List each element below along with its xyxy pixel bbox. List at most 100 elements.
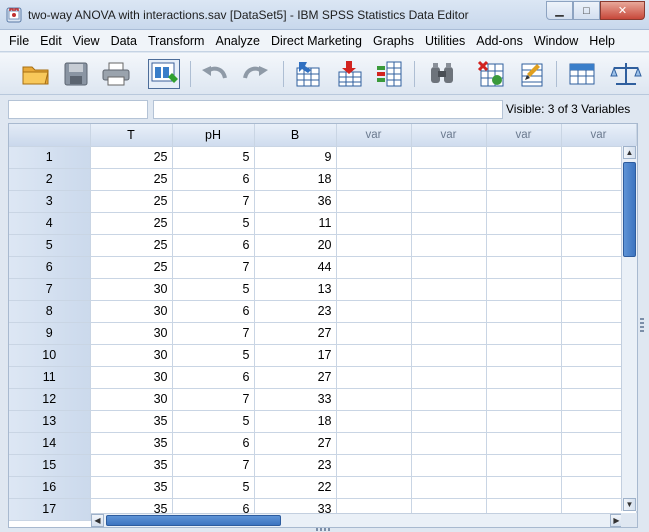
empty-cell[interactable] bbox=[486, 190, 562, 213]
empty-cell[interactable] bbox=[336, 278, 412, 301]
cell-B[interactable]: 23 bbox=[254, 454, 337, 477]
cell-B[interactable]: 27 bbox=[254, 432, 337, 455]
maximize-button[interactable]: □ bbox=[573, 1, 600, 20]
cell-B[interactable]: 22 bbox=[254, 476, 337, 499]
empty-cell[interactable] bbox=[336, 432, 412, 455]
cell-T[interactable]: 30 bbox=[90, 300, 173, 323]
empty-cell[interactable] bbox=[486, 256, 562, 279]
empty-cell[interactable] bbox=[336, 344, 412, 367]
cell-pH[interactable]: 5 bbox=[172, 212, 255, 235]
empty-cell[interactable] bbox=[411, 410, 487, 433]
empty-cell[interactable] bbox=[336, 322, 412, 345]
empty-cell[interactable] bbox=[336, 146, 412, 169]
undo-icon[interactable] bbox=[198, 59, 230, 89]
row-number[interactable]: 17 bbox=[9, 498, 91, 521]
scroll-up-icon[interactable]: ▲ bbox=[623, 146, 636, 159]
empty-variable-header[interactable]: var bbox=[486, 124, 562, 147]
empty-cell[interactable] bbox=[411, 234, 487, 257]
cell-T[interactable]: 30 bbox=[90, 278, 173, 301]
menu-add-ons[interactable]: Add-ons bbox=[476, 34, 523, 48]
empty-cell[interactable] bbox=[486, 300, 562, 323]
empty-cell[interactable] bbox=[411, 146, 487, 169]
empty-cell[interactable] bbox=[336, 256, 412, 279]
row-number[interactable]: 6 bbox=[9, 256, 91, 279]
select-cases-icon[interactable] bbox=[516, 59, 548, 89]
empty-cell[interactable] bbox=[411, 344, 487, 367]
menu-transform[interactable]: Transform bbox=[148, 34, 205, 48]
cell-T[interactable]: 35 bbox=[90, 454, 173, 477]
empty-cell[interactable] bbox=[336, 476, 412, 499]
goto-case-icon[interactable] bbox=[292, 59, 324, 89]
cell-T[interactable]: 25 bbox=[90, 212, 173, 235]
row-number[interactable]: 7 bbox=[9, 278, 91, 301]
empty-variable-header[interactable]: var bbox=[561, 124, 637, 147]
empty-variable-header[interactable]: var bbox=[411, 124, 487, 147]
empty-cell[interactable] bbox=[336, 366, 412, 389]
minimize-button[interactable]: ▁ bbox=[546, 1, 573, 20]
find-icon[interactable] bbox=[426, 59, 458, 89]
empty-cell[interactable] bbox=[486, 344, 562, 367]
empty-variable-header[interactable]: var bbox=[336, 124, 412, 147]
empty-cell[interactable] bbox=[486, 476, 562, 499]
empty-cell[interactable] bbox=[336, 212, 412, 235]
vertical-scroll-thumb[interactable] bbox=[623, 162, 636, 257]
cell-T[interactable]: 30 bbox=[90, 322, 173, 345]
vertical-scrollbar[interactable]: ▲ ▼ bbox=[621, 146, 637, 511]
cell-pH[interactable]: 6 bbox=[172, 432, 255, 455]
scroll-down-icon[interactable]: ▼ bbox=[623, 498, 636, 511]
row-number[interactable]: 9 bbox=[9, 322, 91, 345]
empty-cell[interactable] bbox=[486, 212, 562, 235]
split-file-icon[interactable] bbox=[476, 59, 508, 89]
empty-cell[interactable] bbox=[411, 256, 487, 279]
empty-cell[interactable] bbox=[411, 300, 487, 323]
cell-T[interactable]: 35 bbox=[90, 410, 173, 433]
cell-pH[interactable]: 7 bbox=[172, 454, 255, 477]
empty-cell[interactable] bbox=[336, 454, 412, 477]
horizontal-scrollbar[interactable]: ◀ ▶ bbox=[91, 513, 637, 527]
row-number[interactable]: 16 bbox=[9, 476, 91, 499]
redo-icon[interactable] bbox=[240, 59, 272, 89]
empty-cell[interactable] bbox=[411, 322, 487, 345]
menu-view[interactable]: View bbox=[73, 34, 100, 48]
cell-B[interactable]: 17 bbox=[254, 344, 337, 367]
cell-B[interactable]: 9 bbox=[254, 146, 337, 169]
row-number[interactable]: 8 bbox=[9, 300, 91, 323]
cell-pH[interactable]: 5 bbox=[172, 146, 255, 169]
close-button[interactable]: ✕ bbox=[600, 1, 645, 20]
cell-B[interactable]: 18 bbox=[254, 410, 337, 433]
empty-cell[interactable] bbox=[486, 454, 562, 477]
column-header[interactable]: B bbox=[254, 124, 337, 147]
cell-T[interactable]: 30 bbox=[90, 366, 173, 389]
empty-cell[interactable] bbox=[486, 168, 562, 191]
row-number[interactable]: 10 bbox=[9, 344, 91, 367]
resize-grip-icon[interactable] bbox=[316, 528, 332, 531]
cell-B[interactable]: 27 bbox=[254, 322, 337, 345]
empty-cell[interactable] bbox=[336, 234, 412, 257]
cell-pH[interactable]: 7 bbox=[172, 388, 255, 411]
cell-B[interactable]: 11 bbox=[254, 212, 337, 235]
cell-B[interactable]: 33 bbox=[254, 388, 337, 411]
save-icon[interactable] bbox=[60, 59, 92, 89]
empty-cell[interactable] bbox=[411, 212, 487, 235]
empty-cell[interactable] bbox=[486, 278, 562, 301]
empty-cell[interactable] bbox=[411, 388, 487, 411]
row-number[interactable]: 3 bbox=[9, 190, 91, 213]
empty-cell[interactable] bbox=[411, 190, 487, 213]
insert-variable-icon[interactable] bbox=[374, 59, 406, 89]
print-icon[interactable] bbox=[100, 59, 132, 89]
menu-analyze[interactable]: Analyze bbox=[215, 34, 259, 48]
open-folder-icon[interactable] bbox=[20, 59, 52, 89]
empty-cell[interactable] bbox=[411, 454, 487, 477]
row-number[interactable]: 4 bbox=[9, 212, 91, 235]
value-labels-icon[interactable] bbox=[566, 59, 598, 89]
cell-T[interactable]: 25 bbox=[90, 190, 173, 213]
cell-T[interactable]: 25 bbox=[90, 234, 173, 257]
row-number[interactable]: 11 bbox=[9, 366, 91, 389]
row-number[interactable]: 13 bbox=[9, 410, 91, 433]
empty-cell[interactable] bbox=[486, 146, 562, 169]
empty-cell[interactable] bbox=[336, 410, 412, 433]
empty-cell[interactable] bbox=[486, 366, 562, 389]
scroll-left-icon[interactable]: ◀ bbox=[91, 514, 104, 527]
cell-T[interactable]: 25 bbox=[90, 146, 173, 169]
cell-B[interactable]: 20 bbox=[254, 234, 337, 257]
